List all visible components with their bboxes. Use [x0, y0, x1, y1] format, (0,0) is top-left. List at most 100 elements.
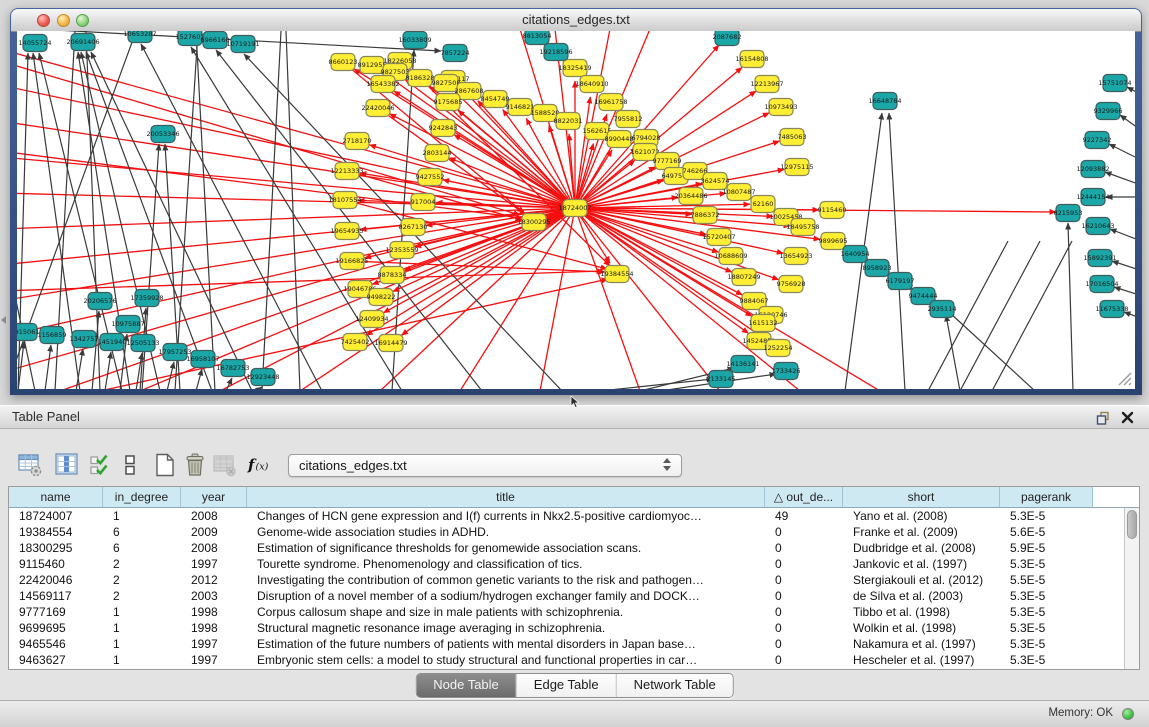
graph-node[interactable]: 18325419: [558, 60, 591, 77]
splitter-collapse-arrow[interactable]: [1, 316, 6, 324]
graph-node[interactable]: 14136141: [726, 356, 759, 373]
column-header-out-de-[interactable]: △ out_de...: [765, 487, 843, 508]
graph-node[interactable]: 8267130: [399, 219, 428, 236]
graph-node[interactable]: 10807487: [722, 184, 755, 201]
graph-node[interactable]: 18724007: [558, 200, 591, 217]
network-canvas[interactable]: 1872400718300295193845548660123891295518…: [17, 31, 1135, 389]
graph-node[interactable]: 20364486: [674, 188, 707, 205]
graph-node[interactable]: 10719191: [226, 36, 259, 53]
delete-table-icon[interactable]: [212, 452, 238, 478]
select-rows-icon[interactable]: [88, 452, 114, 478]
graph-node[interactable]: 10653287: [123, 31, 156, 43]
graph-node[interactable]: 2133145: [707, 371, 736, 388]
graph-node[interactable]: 12093882: [1076, 161, 1109, 178]
graph-node[interactable]: 1615132: [749, 315, 778, 332]
table-selector-dropdown[interactable]: citations_edges.txt: [288, 454, 682, 477]
graph-node[interactable]: 1733426: [772, 363, 801, 380]
graph-node[interactable]: 12923448: [246, 369, 279, 386]
graph-node[interactable]: 12213333: [330, 163, 363, 180]
graph-node[interactable]: 1640954: [841, 246, 870, 263]
graph-node[interactable]: 9756928: [777, 276, 806, 293]
graph-node[interactable]: 17359928: [130, 290, 163, 307]
graph-node[interactable]: 16033809: [398, 32, 431, 49]
graph-node[interactable]: 2087682: [713, 31, 742, 46]
graph-node[interactable]: 15892391: [1083, 250, 1116, 267]
column-header-short[interactable]: short: [843, 487, 1000, 508]
graph-node[interactable]: 8813054: [523, 31, 552, 45]
graph-node[interactable]: 16543382: [366, 76, 399, 93]
graph-node[interactable]: 8878334: [378, 267, 407, 284]
graph-node[interactable]: 13654923: [779, 248, 812, 265]
graph-node[interactable]: 2718170: [343, 133, 372, 150]
graph-node[interactable]: 19384554: [600, 266, 633, 283]
graph-node[interactable]: 18807249: [727, 269, 760, 286]
graph-node[interactable]: 8215953: [1054, 205, 1083, 222]
graph-node[interactable]: 18107554: [328, 192, 361, 209]
graph-node[interactable]: 12353559: [385, 242, 418, 259]
graph-node[interactable]: 8186328: [406, 70, 435, 87]
graph-node[interactable]: 17016504: [1085, 276, 1118, 293]
graph-node[interactable]: 8660123: [329, 54, 358, 71]
graph-node[interactable]: 9115460: [818, 202, 847, 219]
table-row[interactable]: 969969511998Structural magnetic resonanc…: [9, 620, 1124, 636]
row-height-icon[interactable]: [117, 452, 143, 478]
close-panel-icon[interactable]: [1120, 410, 1135, 425]
graph-node[interactable]: 15720407: [702, 229, 735, 246]
table-row[interactable]: 977716911998Corpus callosum shape and si…: [9, 604, 1124, 620]
graph-node[interactable]: 9175685: [434, 94, 463, 111]
graph-node[interactable]: 11675338: [1095, 301, 1128, 318]
graph-node[interactable]: 7886372: [691, 207, 720, 224]
graph-node[interactable]: 8958923: [863, 260, 892, 277]
delete-column-icon[interactable]: [182, 452, 208, 478]
tab-edge-table[interactable]: Edge Table: [516, 674, 616, 697]
column-header-name[interactable]: name: [9, 487, 103, 508]
table-row[interactable]: 946554611997Estimation of the future num…: [9, 636, 1124, 652]
vertical-scrollbar[interactable]: [1124, 508, 1139, 669]
table-row[interactable]: 1830029562008Estimation of significance …: [9, 540, 1124, 556]
column-header-title[interactable]: title: [247, 487, 765, 508]
graph-node[interactable]: 7425402: [341, 334, 370, 351]
graph-node[interactable]: 12213967: [750, 76, 783, 93]
tab-node-table[interactable]: Node Table: [416, 674, 516, 697]
graph-node[interactable]: 20206576: [83, 293, 116, 310]
graph-node[interactable]: 12975115: [780, 159, 813, 176]
graph-node[interactable]: 9242843: [429, 120, 458, 137]
graph-node[interactable]: 2935114: [928, 301, 957, 318]
graph-node[interactable]: 8822031: [554, 113, 583, 130]
graph-node[interactable]: 22420046: [361, 100, 394, 117]
graph-node[interactable]: 10973493: [764, 99, 797, 116]
graph-node[interactable]: 6966160: [201, 32, 230, 49]
graph-node[interactable]: 16914479: [374, 335, 407, 352]
graph-node[interactable]: 16961758: [594, 94, 627, 111]
table-row[interactable]: 1872400712008Changes of HCN gene express…: [9, 508, 1124, 524]
table-row[interactable]: 911546021997Tourette syndrome. Phenomeno…: [9, 556, 1124, 572]
graph-node[interactable]: 12409934: [355, 311, 388, 328]
graph-node[interactable]: 16648784: [868, 93, 901, 110]
graph-node[interactable]: 1156859: [38, 327, 67, 344]
graph-node[interactable]: 7485063: [778, 129, 807, 146]
graph-node[interactable]: 1252254: [764, 340, 793, 357]
graph-node[interactable]: 9329966: [1094, 103, 1123, 120]
graph-node[interactable]: 3915061: [17, 324, 39, 341]
table-row[interactable]: 946362711997Embryonic stem cells: a mode…: [9, 652, 1124, 668]
table-column-icon[interactable]: [54, 452, 80, 478]
table-settings-icon[interactable]: [17, 452, 43, 478]
network-window-titlebar[interactable]: citations_edges.txt: [11, 9, 1141, 32]
window-resize-grip[interactable]: [1115, 369, 1133, 387]
graph-node[interactable]: 16210643: [1081, 218, 1114, 235]
table-row[interactable]: 1456911722003Disruption of a novel membe…: [9, 588, 1124, 604]
graph-node[interactable]: 18495758: [786, 219, 819, 236]
graph-node[interactable]: 7857224: [441, 45, 470, 62]
citation-network-graph[interactable]: 1872400718300295193845548660123891295518…: [17, 31, 1135, 389]
float-panel-icon[interactable]: [1095, 410, 1111, 426]
graph-node[interactable]: 16154808: [735, 51, 768, 68]
graph-node[interactable]: 6179197: [886, 273, 915, 290]
function-builder-icon[interactable]: f (x): [246, 452, 272, 478]
graph-node[interactable]: 1342757: [70, 331, 99, 348]
graph-node[interactable]: 19218596: [539, 44, 572, 61]
column-header-in-degree[interactable]: in_degree: [103, 487, 181, 508]
scrollbar-thumb[interactable]: [1127, 510, 1137, 539]
table-row[interactable]: 2242004622012Investigating the contribut…: [9, 572, 1124, 588]
column-header-year[interactable]: year: [181, 487, 247, 508]
graph-node[interactable]: 9427552: [416, 169, 445, 186]
